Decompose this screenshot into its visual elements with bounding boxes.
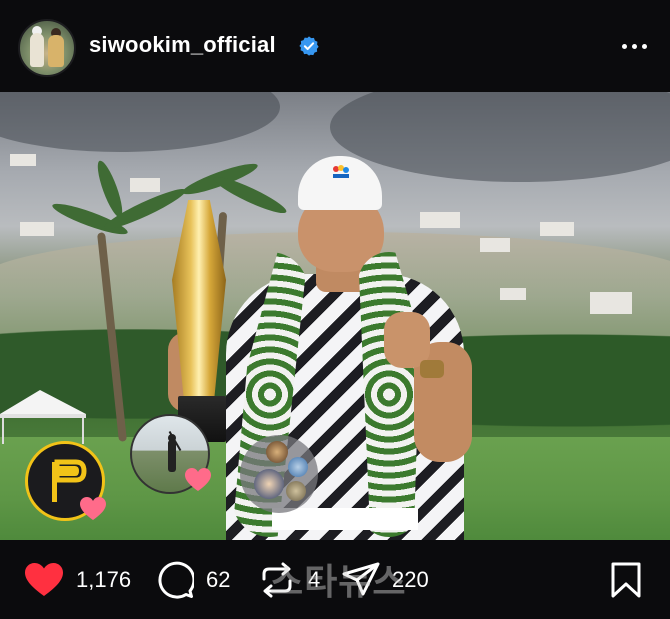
- save-action[interactable]: [608, 540, 644, 619]
- comment-action[interactable]: 62: [156, 540, 230, 619]
- golfer-silhouette: [168, 440, 176, 472]
- golfer-belt: [272, 508, 418, 530]
- heart-reaction-icon: [185, 468, 211, 491]
- avatar-person: [48, 35, 64, 67]
- cap-logo-icon: [333, 165, 349, 178]
- news-watermark: 스타뉴스: [270, 561, 407, 602]
- heart-reaction-icon: [80, 497, 106, 520]
- reaction-avatar: [254, 469, 284, 499]
- profile-avatar[interactable]: [18, 19, 76, 77]
- like-action[interactable]: 1,176: [24, 540, 131, 619]
- comment-icon[interactable]: [156, 561, 194, 599]
- like-count: 1,176: [76, 566, 132, 592]
- username-link[interactable]: siwookim_official: [89, 32, 276, 58]
- reaction-avatar: [286, 481, 306, 501]
- bookmark-icon[interactable]: [608, 561, 644, 599]
- reaction-avatar: [266, 441, 288, 463]
- people-reaction-bubble[interactable]: [240, 435, 318, 513]
- verified-badge-icon: [299, 36, 319, 56]
- avatar-person: [30, 33, 44, 67]
- comment-count: 62: [206, 566, 231, 592]
- more-options-icon[interactable]: [618, 36, 650, 56]
- reaction-avatar: [288, 457, 308, 477]
- heart-filled-icon[interactable]: [24, 562, 64, 598]
- post-header: siwookim_official: [0, 0, 670, 92]
- wristwatch: [420, 360, 444, 378]
